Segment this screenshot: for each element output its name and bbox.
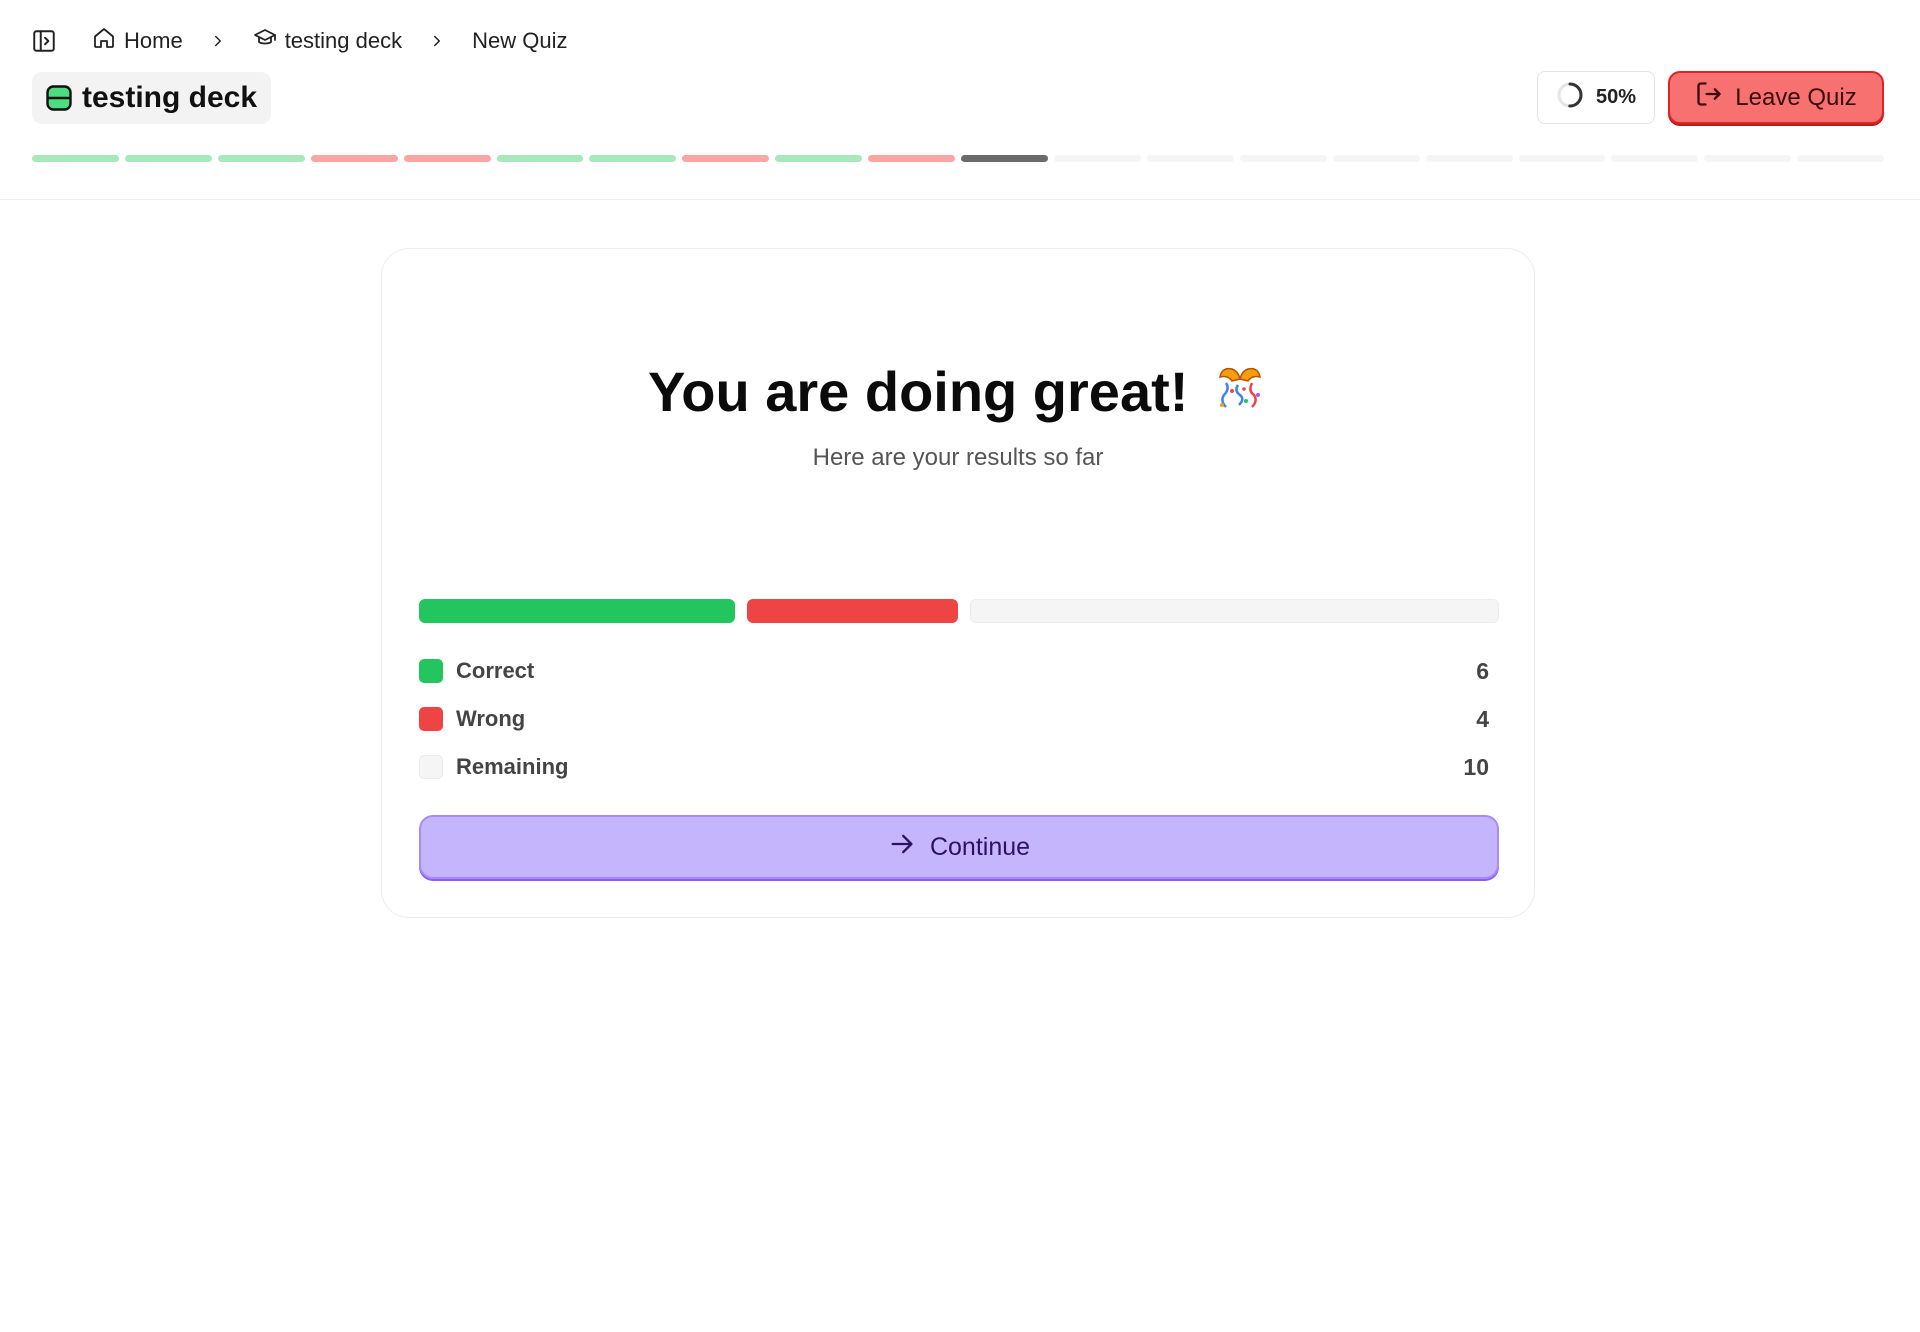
question-segment-remaining	[1425, 155, 1513, 162]
deck-title-chip: testing deck	[32, 72, 272, 124]
legend-swatch	[419, 755, 443, 779]
question-segment-correct	[589, 155, 677, 162]
question-segment-remaining	[1239, 155, 1327, 162]
legend-label-group: Correct	[419, 658, 534, 684]
question-segment-remaining	[1704, 155, 1792, 162]
legend-label: Remaining	[456, 754, 569, 779]
question-progress-segments	[32, 155, 1885, 163]
question-segment-remaining	[1053, 155, 1141, 162]
leave-quiz-button[interactable]: Leave Quiz	[1668, 71, 1884, 124]
results-headline: You are doing great!	[382, 359, 1534, 430]
continue-button[interactable]: Continue	[419, 815, 1499, 879]
question-segment-wrong	[403, 155, 491, 162]
breadcrumb-quiz: New Quiz	[472, 28, 567, 54]
top-bar: Home testing deck New Quiz testing deck …	[0, 0, 1920, 200]
deck-icon	[46, 85, 72, 111]
breadcrumb: Home testing deck New Quiz	[30, 24, 567, 58]
results-card: You are doing great! Here are your resul…	[381, 248, 1535, 918]
legend-label: Correct	[456, 658, 535, 683]
progress-label: 50%	[1595, 86, 1637, 108]
results-subheadline: Here are your results so far	[812, 444, 1104, 471]
results-legend: Correct 6 Wrong 4 Remaining 10	[419, 647, 1489, 791]
breadcrumb-quiz-label: New Quiz	[472, 28, 568, 53]
question-segment-wrong	[868, 155, 956, 162]
headline-text: You are doing great!	[648, 360, 1189, 423]
results-stacked-bar	[419, 599, 1499, 623]
legend-swatch	[419, 707, 443, 731]
legend-label-group: Wrong	[419, 706, 525, 732]
question-segment-wrong	[682, 155, 770, 162]
progress-indicator: 50%	[1537, 71, 1655, 124]
legend-label: Wrong	[456, 706, 526, 731]
question-segment-remaining	[1611, 155, 1699, 162]
legend-count: 10	[1463, 753, 1489, 780]
result-bar-wrong	[747, 599, 958, 623]
question-segment-correct	[124, 155, 212, 162]
question-segment-remaining	[1146, 155, 1234, 162]
question-segment-correct	[32, 155, 119, 162]
result-bar-correct	[419, 599, 736, 623]
log-out-icon	[1695, 80, 1723, 115]
question-segment-correct	[775, 155, 863, 162]
legend-label-group: Remaining	[419, 754, 568, 780]
breadcrumb-home-label: Home	[124, 28, 183, 53]
breadcrumb-home[interactable]: Home	[92, 26, 183, 56]
question-segment-remaining	[1797, 155, 1885, 162]
question-segment-wrong	[310, 155, 398, 162]
legend-swatch	[419, 659, 443, 683]
question-segment-current	[961, 155, 1048, 162]
question-segment-remaining	[1332, 155, 1420, 162]
progress-ring-icon	[1556, 81, 1584, 115]
graduation-cap-icon	[253, 26, 277, 56]
leave-quiz-label: Leave Quiz	[1735, 83, 1857, 111]
legend-row-wrong: Wrong 4	[419, 695, 1489, 743]
legend-count: 6	[1476, 657, 1489, 684]
breadcrumb-deck-label: testing deck	[284, 28, 403, 53]
question-segment-remaining	[1518, 155, 1606, 162]
party-popper-icon	[1212, 361, 1268, 430]
continue-label: Continue	[929, 832, 1031, 861]
home-icon	[92, 26, 116, 56]
legend-row-remaining: Remaining 10	[419, 743, 1489, 791]
sidebar-toggle-icon[interactable]	[30, 27, 58, 55]
arrow-right-icon	[888, 830, 916, 865]
breadcrumb-deck[interactable]: testing deck	[253, 26, 402, 56]
deck-title: testing deck	[82, 81, 258, 114]
legend-count: 4	[1476, 705, 1489, 732]
question-segment-correct	[217, 155, 305, 162]
chevron-right-icon	[209, 32, 227, 50]
chevron-right-icon	[428, 32, 446, 50]
result-bar-remaining	[970, 599, 1499, 623]
legend-row-correct: Correct 6	[419, 647, 1489, 695]
question-segment-correct	[496, 155, 584, 162]
